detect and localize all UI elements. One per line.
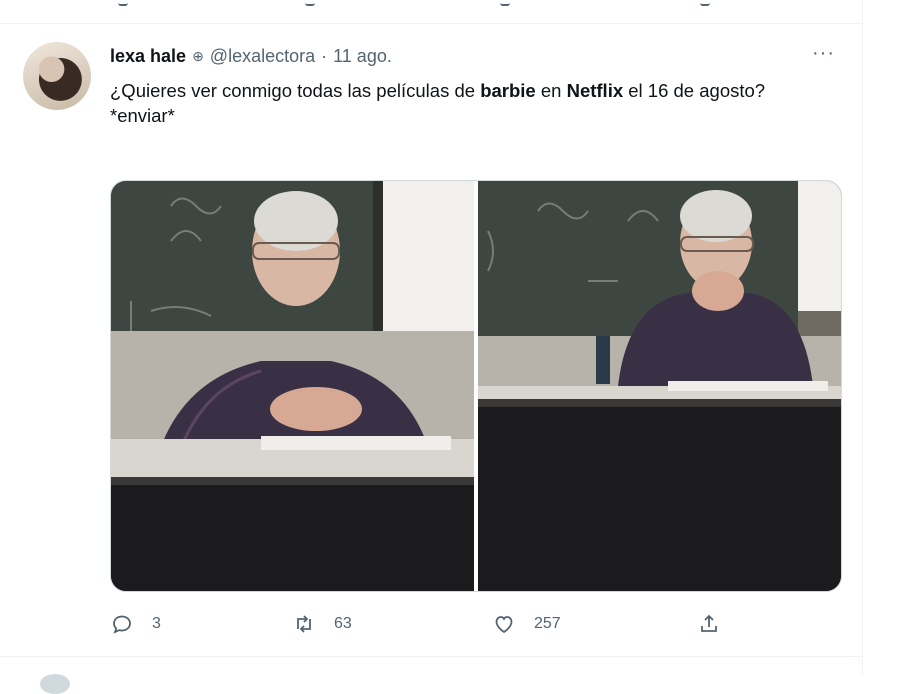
reply-button[interactable]: 3 <box>110 612 161 636</box>
author-handle[interactable]: @lexalectora <box>210 46 315 67</box>
tweet[interactable]: lexa hale ⊕ @lexalectora · 11 ago. ··· ¿… <box>0 24 862 656</box>
tweet-text-bold-barbie: barbie <box>480 80 536 101</box>
retweet-count: 63 <box>334 615 352 632</box>
reply-icon <box>113 615 131 634</box>
tweet-text-part3: el 16 de agosto? <box>623 80 766 101</box>
share-icon <box>701 614 717 632</box>
tweet-text-part1: ¿Quieres ver conmigo todas las películas… <box>110 80 481 101</box>
tweet-text: ¿Quieres ver conmigo todas las películas… <box>110 78 810 128</box>
like-count: 257 <box>534 615 561 632</box>
previous-retweet-icon-fragment <box>305 0 315 6</box>
share-button[interactable] <box>697 612 721 636</box>
retweet-icon <box>297 615 311 633</box>
previous-share-icon-fragment <box>700 0 710 6</box>
tweet-header: lexa hale ⊕ @lexalectora · 11 ago. <box>110 46 392 67</box>
more-options-button[interactable]: ··· <box>812 42 835 65</box>
previous-reply-icon-fragment <box>118 0 128 6</box>
media-photo-left[interactable] <box>111 181 474 591</box>
media-photo-right[interactable] <box>478 181 841 591</box>
next-avatar <box>40 674 70 694</box>
like-button[interactable]: 257 <box>492 612 561 636</box>
globe-icon: ⊕ <box>192 48 204 64</box>
tweet-text-part2: en <box>535 80 567 101</box>
previous-like-icon-fragment <box>500 0 510 6</box>
tweet-actions: 3 63 257 <box>110 612 730 642</box>
retweet-button[interactable]: 63 <box>292 612 352 636</box>
next-tweet-top <box>0 656 862 694</box>
tweet-date[interactable]: 11 ago. <box>333 46 392 67</box>
previous-tweet-bottom <box>0 0 862 24</box>
author-name[interactable]: lexa hale <box>110 46 186 67</box>
tweet-text-line2: *enviar* <box>110 105 175 126</box>
avatar[interactable] <box>23 42 91 110</box>
tweet-media[interactable] <box>110 180 842 592</box>
timeline-border <box>862 0 863 675</box>
heart-icon <box>495 616 513 634</box>
separator: · <box>321 46 328 66</box>
reply-count: 3 <box>152 615 161 632</box>
tweet-text-bold-netflix: Netflix <box>566 80 624 101</box>
